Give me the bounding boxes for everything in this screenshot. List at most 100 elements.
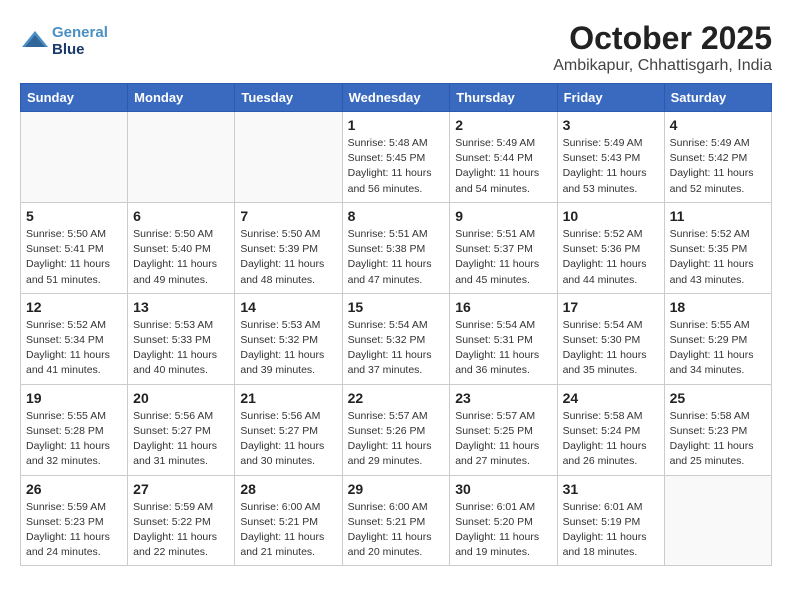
day-info: Sunrise: 5:52 AM Sunset: 5:36 PM Dayligh… — [563, 227, 659, 288]
day-number: 17 — [563, 299, 659, 315]
day-info: Sunrise: 5:51 AM Sunset: 5:37 PM Dayligh… — [455, 227, 551, 288]
calendar-cell: 24 Sunrise: 5:58 AM Sunset: 5:24 PM Dayli… — [557, 384, 664, 475]
day-number: 26 — [26, 481, 122, 497]
day-info: Sunrise: 5:57 AM Sunset: 5:26 PM Dayligh… — [348, 409, 445, 470]
day-number: 9 — [455, 208, 551, 224]
day-info: Sunrise: 6:00 AM Sunset: 5:21 PM Dayligh… — [240, 500, 336, 561]
day-info: Sunrise: 5:55 AM Sunset: 5:29 PM Dayligh… — [670, 318, 766, 379]
calendar-cell: 18 Sunrise: 5:55 AM Sunset: 5:29 PM Dayli… — [664, 293, 771, 384]
calendar-cell: 13 Sunrise: 5:53 AM Sunset: 5:33 PM Dayli… — [128, 293, 235, 384]
calendar-cell: 2 Sunrise: 5:49 AM Sunset: 5:44 PM Daylig… — [450, 112, 557, 203]
week-row-2: 5Sunrise: 5:50 AM Sunset: 5:41 PM Daylig… — [21, 202, 772, 293]
day-info: Sunrise: 5:49 AM Sunset: 5:44 PM Dayligh… — [455, 136, 551, 197]
day-number: 7 — [240, 208, 336, 224]
day-number: 25 — [670, 390, 766, 406]
day-info: Sunrise: 6:00 AM Sunset: 5:21 PM Dayligh… — [348, 500, 445, 561]
week-row-3: 12 Sunrise: 5:52 AM Sunset: 5:34 PM Dayli… — [21, 293, 772, 384]
day-number: 18 — [670, 299, 766, 315]
day-number: 13 — [133, 299, 229, 315]
day-number: 29 — [348, 481, 445, 497]
day-number: 4 — [670, 117, 766, 133]
day-number: 15 — [348, 299, 445, 315]
calendar-cell: 17Sunrise: 5:54 AM Sunset: 5:30 PM Dayli… — [557, 293, 664, 384]
day-number: 12 — [26, 299, 122, 315]
day-info: Sunrise: 5:53 AM Sunset: 5:32 PM Dayligh… — [240, 318, 336, 379]
weekday-header-row: SundayMondayTuesdayWednesdayThursdayFrid… — [21, 84, 772, 112]
calendar-cell: 5Sunrise: 5:50 AM Sunset: 5:41 PM Daylig… — [21, 202, 128, 293]
calendar-cell: 3 Sunrise: 5:49 AM Sunset: 5:43 PM Daylig… — [557, 112, 664, 203]
calendar-cell: 4 Sunrise: 5:49 AM Sunset: 5:42 PM Daylig… — [664, 112, 771, 203]
day-number: 31 — [563, 481, 659, 497]
day-info: Sunrise: 5:50 AM Sunset: 5:39 PM Dayligh… — [240, 227, 336, 288]
calendar-cell — [664, 475, 771, 566]
weekday-header-sunday: Sunday — [21, 84, 128, 112]
logo-icon — [20, 29, 50, 53]
day-number: 10 — [563, 208, 659, 224]
day-info: Sunrise: 5:56 AM Sunset: 5:27 PM Dayligh… — [240, 409, 336, 470]
weekday-header-saturday: Saturday — [664, 84, 771, 112]
calendar-cell: 26 Sunrise: 5:59 AM Sunset: 5:23 PM Dayli… — [21, 475, 128, 566]
day-number: 5 — [26, 208, 122, 224]
day-info: Sunrise: 5:55 AM Sunset: 5:28 PM Dayligh… — [26, 409, 122, 470]
day-number: 28 — [240, 481, 336, 497]
day-info: Sunrise: 5:52 AM Sunset: 5:35 PM Dayligh… — [670, 227, 766, 288]
day-info: Sunrise: 5:48 AM Sunset: 5:45 PM Dayligh… — [348, 136, 445, 197]
day-number: 11 — [670, 208, 766, 224]
day-number: 21 — [240, 390, 336, 406]
weekday-header-thursday: Thursday — [450, 84, 557, 112]
day-info: Sunrise: 5:50 AM Sunset: 5:40 PM Dayligh… — [133, 227, 229, 288]
calendar-cell: 8 Sunrise: 5:51 AM Sunset: 5:38 PM Daylig… — [342, 202, 450, 293]
week-row-1: 1Sunrise: 5:48 AM Sunset: 5:45 PM Daylig… — [21, 112, 772, 203]
calendar-cell: 22 Sunrise: 5:57 AM Sunset: 5:26 PM Dayli… — [342, 384, 450, 475]
page-header: October 2025 Ambikapur, Chhattisgarh, In… — [20, 20, 772, 75]
calendar-cell: 29 Sunrise: 6:00 AM Sunset: 5:21 PM Dayli… — [342, 475, 450, 566]
calendar-table: SundayMondayTuesdayWednesdayThursdayFrid… — [20, 83, 772, 566]
day-number: 30 — [455, 481, 551, 497]
calendar-cell: 12 Sunrise: 5:52 AM Sunset: 5:34 PM Dayli… — [21, 293, 128, 384]
day-number: 19 — [26, 390, 122, 406]
calendar-cell: 30 Sunrise: 6:01 AM Sunset: 5:20 PM Dayli… — [450, 475, 557, 566]
logo-area: General Blue — [20, 24, 108, 59]
day-info: Sunrise: 5:51 AM Sunset: 5:38 PM Dayligh… — [348, 227, 445, 288]
calendar-cell: 10 Sunrise: 5:52 AM Sunset: 5:36 PM Dayli… — [557, 202, 664, 293]
day-number: 6 — [133, 208, 229, 224]
day-info: Sunrise: 5:54 AM Sunset: 5:31 PM Dayligh… — [455, 318, 551, 379]
calendar-cell: 11 Sunrise: 5:52 AM Sunset: 5:35 PM Dayli… — [664, 202, 771, 293]
day-info: Sunrise: 5:52 AM Sunset: 5:34 PM Dayligh… — [26, 318, 122, 379]
day-info: Sunrise: 5:49 AM Sunset: 5:42 PM Dayligh… — [670, 136, 766, 197]
day-number: 23 — [455, 390, 551, 406]
day-number: 3 — [563, 117, 659, 133]
page-title: October 2025 — [20, 20, 772, 57]
day-number: 8 — [348, 208, 445, 224]
day-number: 27 — [133, 481, 229, 497]
day-number: 22 — [348, 390, 445, 406]
calendar-cell: 14Sunrise: 5:53 AM Sunset: 5:32 PM Dayli… — [235, 293, 342, 384]
day-info: Sunrise: 5:58 AM Sunset: 5:24 PM Dayligh… — [563, 409, 659, 470]
calendar-cell — [21, 112, 128, 203]
day-number: 16 — [455, 299, 551, 315]
calendar-cell: 20 Sunrise: 5:56 AM Sunset: 5:27 PM Dayli… — [128, 384, 235, 475]
day-info: Sunrise: 5:54 AM Sunset: 5:32 PM Dayligh… — [348, 318, 445, 379]
calendar-cell: 9 Sunrise: 5:51 AM Sunset: 5:37 PM Daylig… — [450, 202, 557, 293]
weekday-header-tuesday: Tuesday — [235, 84, 342, 112]
calendar-cell: 15 Sunrise: 5:54 AM Sunset: 5:32 PM Dayli… — [342, 293, 450, 384]
weekday-header-wednesday: Wednesday — [342, 84, 450, 112]
day-info: Sunrise: 5:56 AM Sunset: 5:27 PM Dayligh… — [133, 409, 229, 470]
calendar-cell: 31 Sunrise: 6:01 AM Sunset: 5:19 PM Dayli… — [557, 475, 664, 566]
day-number: 20 — [133, 390, 229, 406]
calendar-cell: 16 Sunrise: 5:54 AM Sunset: 5:31 PM Dayli… — [450, 293, 557, 384]
day-number: 24 — [563, 390, 659, 406]
weekday-header-friday: Friday — [557, 84, 664, 112]
calendar-cell: 1Sunrise: 5:48 AM Sunset: 5:45 PM Daylig… — [342, 112, 450, 203]
day-info: Sunrise: 6:01 AM Sunset: 5:20 PM Dayligh… — [455, 500, 551, 561]
week-row-4: 19 Sunrise: 5:55 AM Sunset: 5:28 PM Dayli… — [21, 384, 772, 475]
day-info: Sunrise: 6:01 AM Sunset: 5:19 PM Dayligh… — [563, 500, 659, 561]
day-number: 2 — [455, 117, 551, 133]
calendar-cell — [235, 112, 342, 203]
logo-text: General Blue — [52, 24, 108, 59]
day-info: Sunrise: 5:53 AM Sunset: 5:33 PM Dayligh… — [133, 318, 229, 379]
day-info: Sunrise: 5:59 AM Sunset: 5:23 PM Dayligh… — [26, 500, 122, 561]
calendar-cell: 25Sunrise: 5:58 AM Sunset: 5:23 PM Dayli… — [664, 384, 771, 475]
day-info: Sunrise: 5:49 AM Sunset: 5:43 PM Dayligh… — [563, 136, 659, 197]
weekday-header-monday: Monday — [128, 84, 235, 112]
